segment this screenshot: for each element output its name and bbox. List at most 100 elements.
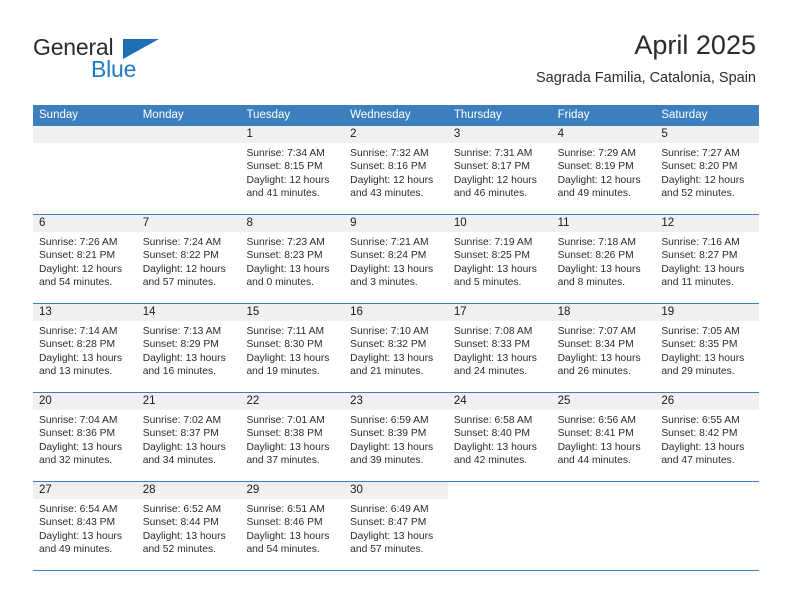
daylight-duration-line2: and 26 minutes. — [557, 366, 631, 378]
daylight-duration-line1: Daylight: 13 hours — [246, 263, 330, 275]
day-cell-12[interactable]: 12 Sunrise: 7:16 AM Sunset: 8:27 PM Dayligh… — [655, 215, 760, 303]
day-sun-info: Sunrise: 7:01 AM Sunset: 8:38 PM Daylight:… — [240, 410, 344, 468]
daylight-duration-line2: and 24 minutes. — [453, 366, 528, 378]
day-sun-info: Sunrise: 7:24 AM Sunset: 8:22 PM Daylight:… — [137, 232, 241, 290]
day-cell-9[interactable]: 9 Sunrise: 7:21 AM Sunset: 8:24 PM Daylight… — [344, 215, 448, 303]
day-sun-info: Sunrise: 7:10 AM Sunset: 8:32 PM Daylight:… — [344, 321, 448, 379]
calendar-weeks: 1 Sunrise: 7:34 AM Sunset: 8:15 PM Daylight… — [33, 126, 760, 571]
day-cell-5[interactable]: 5 Sunrise: 7:27 AM Sunset: 8:20 PM Daylight… — [655, 126, 760, 214]
day-cell-29[interactable]: 29 Sunrise: 6:51 AM Sunset: 8:46 PM Dayligh… — [240, 482, 345, 570]
day-cell-28[interactable]: 28 Sunrise: 6:52 AM Sunset: 8:44 PM Dayligh… — [136, 482, 241, 570]
day-cell-16[interactable]: 16 Sunrise: 7:10 AM Sunset: 8:32 PM Dayligh… — [344, 304, 448, 392]
day-sun-info: Sunrise: 7:07 AM Sunset: 8:34 PM Daylight:… — [552, 321, 656, 379]
day-sun-info: Sunrise: 7:19 AM Sunset: 8:25 PM Daylight:… — [448, 232, 552, 290]
day-cell-23[interactable]: 23 Sunrise: 6:59 AM Sunset: 8:39 PM Dayligh… — [344, 393, 448, 481]
day-number: 10 — [447, 215, 552, 232]
daylight-duration-line2: and 42 minutes. — [453, 455, 528, 467]
daylight-duration-line1: Daylight: 13 hours — [39, 441, 122, 453]
day-cell-15[interactable]: 15 Sunrise: 7:11 AM Sunset: 8:30 PM Dayligh… — [240, 304, 345, 392]
day-number: 21 — [136, 393, 241, 410]
day-number: 12 — [655, 215, 760, 232]
general-blue-logo[interactable]: General Blue — [33, 34, 263, 84]
sunset-time: Sunset: 8:29 PM — [142, 339, 219, 351]
sunset-time: Sunset: 8:20 PM — [661, 161, 738, 173]
day-number: 17 — [447, 304, 552, 321]
sunrise-time: Sunrise: 7:31 AM — [453, 148, 533, 159]
day-number: 14 — [136, 304, 241, 321]
day-cell-4[interactable]: 4 Sunrise: 7:29 AM Sunset: 8:19 PM Daylight… — [551, 126, 656, 214]
day-cell-11[interactable]: 11 Sunrise: 7:18 AM Sunset: 8:26 PM Dayligh… — [551, 215, 656, 303]
weekday-header-monday: Monday — [142, 109, 184, 121]
sunrise-time: Sunrise: 7:01 AM — [246, 415, 325, 426]
sunset-time: Sunset: 8:42 PM — [661, 428, 738, 440]
sunrise-time: Sunrise: 7:02 AM — [142, 415, 222, 426]
day-sun-info: Sunrise: 7:11 AM Sunset: 8:30 PM Daylight:… — [240, 321, 344, 379]
daylight-duration-line2: and 5 minutes. — [453, 277, 522, 289]
daylight-duration-line2: and 37 minutes. — [246, 455, 320, 467]
daylight-duration-line2: and 49 minutes. — [557, 188, 631, 200]
day-number: 27 — [33, 482, 137, 499]
day-number: 30 — [344, 482, 448, 499]
day-cell-19[interactable]: 19 Sunrise: 7:05 AM Sunset: 8:35 PM Dayligh… — [655, 304, 760, 392]
day-sun-info: Sunrise: 6:56 AM Sunset: 8:41 PM Daylight:… — [552, 410, 656, 468]
daylight-duration-line2: and 57 minutes. — [350, 544, 424, 556]
daylight-duration-line2: and 57 minutes. — [142, 277, 216, 289]
day-sun-info: Sunrise: 7:21 AM Sunset: 8:24 PM Daylight:… — [344, 232, 448, 290]
day-cell-2[interactable]: 2 Sunrise: 7:32 AM Sunset: 8:16 PM Daylight… — [344, 126, 448, 214]
day-cell-10[interactable]: 10 Sunrise: 7:19 AM Sunset: 8:25 PM Dayligh… — [447, 215, 552, 303]
sunset-time: Sunset: 8:34 PM — [557, 339, 634, 351]
day-number — [33, 126, 137, 143]
calendar-week-row: 1 Sunrise: 7:34 AM Sunset: 8:15 PM Daylight… — [33, 126, 760, 215]
day-cell-3[interactable]: 3 Sunrise: 7:31 AM Sunset: 8:17 PM Daylight… — [447, 126, 552, 214]
day-sun-info: Sunrise: 6:58 AM Sunset: 8:40 PM Daylight:… — [448, 410, 552, 468]
day-sun-info: Sunrise: 7:27 AM Sunset: 8:20 PM Daylight:… — [655, 143, 759, 201]
daylight-duration-line1: Daylight: 13 hours — [142, 441, 226, 453]
daylight-duration-line2: and 3 minutes. — [350, 277, 418, 289]
daylight-duration-line1: Daylight: 12 hours — [39, 263, 122, 275]
day-cell-24[interactable]: 24 Sunrise: 6:58 AM Sunset: 8:40 PM Dayligh… — [447, 393, 552, 481]
sunrise-time: Sunrise: 7:11 AM — [246, 326, 325, 337]
daylight-duration-line1: Daylight: 13 hours — [557, 263, 641, 275]
day-number: 6 — [33, 215, 137, 232]
day-cell-6[interactable]: 6 Sunrise: 7:26 AM Sunset: 8:21 PM Daylight… — [33, 215, 137, 303]
sunrise-time: Sunrise: 7:18 AM — [557, 237, 637, 248]
day-cell-20[interactable]: 20 Sunrise: 7:04 AM Sunset: 8:36 PM Dayligh… — [33, 393, 137, 481]
day-cell-18[interactable]: 18 Sunrise: 7:07 AM Sunset: 8:34 PM Dayligh… — [551, 304, 656, 392]
day-number: 28 — [136, 482, 241, 499]
day-cell-14[interactable]: 14 Sunrise: 7:13 AM Sunset: 8:29 PM Dayligh… — [136, 304, 241, 392]
daylight-duration-line1: Daylight: 13 hours — [246, 352, 330, 364]
day-cell-26[interactable]: 26 Sunrise: 6:55 AM Sunset: 8:42 PM Dayligh… — [655, 393, 760, 481]
daylight-duration-line1: Daylight: 13 hours — [142, 352, 226, 364]
calendar-week-row: 20 Sunrise: 7:04 AM Sunset: 8:36 PM Dayligh… — [33, 393, 760, 482]
day-cell-13[interactable]: 13 Sunrise: 7:14 AM Sunset: 8:28 PM Dayligh… — [33, 304, 137, 392]
sunrise-time: Sunrise: 6:55 AM — [661, 415, 740, 426]
day-number: 3 — [447, 126, 552, 143]
day-cell-8[interactable]: 8 Sunrise: 7:23 AM Sunset: 8:23 PM Daylight… — [240, 215, 345, 303]
day-cell-21[interactable]: 21 Sunrise: 7:02 AM Sunset: 8:37 PM Dayligh… — [136, 393, 241, 481]
daylight-duration-line2: and 16 minutes. — [142, 366, 216, 378]
sunset-time: Sunset: 8:19 PM — [557, 161, 634, 173]
day-cell-empty — [655, 482, 759, 570]
sunset-time: Sunset: 8:24 PM — [350, 250, 427, 262]
day-sun-info: Sunrise: 7:02 AM Sunset: 8:37 PM Daylight:… — [137, 410, 241, 468]
day-number: 2 — [344, 126, 448, 143]
day-cell-25[interactable]: 25 Sunrise: 6:56 AM Sunset: 8:41 PM Dayligh… — [551, 393, 656, 481]
day-sun-info: Sunrise: 7:13 AM Sunset: 8:29 PM Daylight:… — [137, 321, 241, 379]
weekday-header-sunday: Sunday — [39, 109, 79, 121]
sunrise-time: Sunrise: 7:16 AM — [661, 237, 740, 248]
day-cell-30[interactable]: 30 Sunrise: 6:49 AM Sunset: 8:47 PM Dayligh… — [344, 482, 448, 570]
daylight-duration-line2: and 54 minutes. — [39, 277, 113, 289]
day-number: 8 — [240, 215, 345, 232]
sunrise-time: Sunrise: 7:34 AM — [246, 148, 325, 159]
day-cell-7[interactable]: 7 Sunrise: 7:24 AM Sunset: 8:22 PM Daylight… — [136, 215, 241, 303]
daylight-duration-line2: and 19 minutes. — [246, 366, 320, 378]
day-cell-1[interactable]: 1 Sunrise: 7:34 AM Sunset: 8:15 PM Daylight… — [240, 126, 345, 214]
daylight-duration-line2: and 8 minutes. — [557, 277, 626, 289]
day-cell-27[interactable]: 27 Sunrise: 6:54 AM Sunset: 8:43 PM Dayligh… — [33, 482, 137, 570]
daylight-duration-line2: and 44 minutes. — [557, 455, 631, 467]
sunset-time: Sunset: 8:35 PM — [661, 339, 738, 351]
day-cell-22[interactable]: 22 Sunrise: 7:01 AM Sunset: 8:38 PM Dayligh… — [240, 393, 345, 481]
day-cell-17[interactable]: 17 Sunrise: 7:08 AM Sunset: 8:33 PM Dayligh… — [447, 304, 552, 392]
day-number: 15 — [240, 304, 345, 321]
calendar-grid: Sunday Monday Tuesday Wednesday Thursday Frid… — [33, 105, 760, 571]
